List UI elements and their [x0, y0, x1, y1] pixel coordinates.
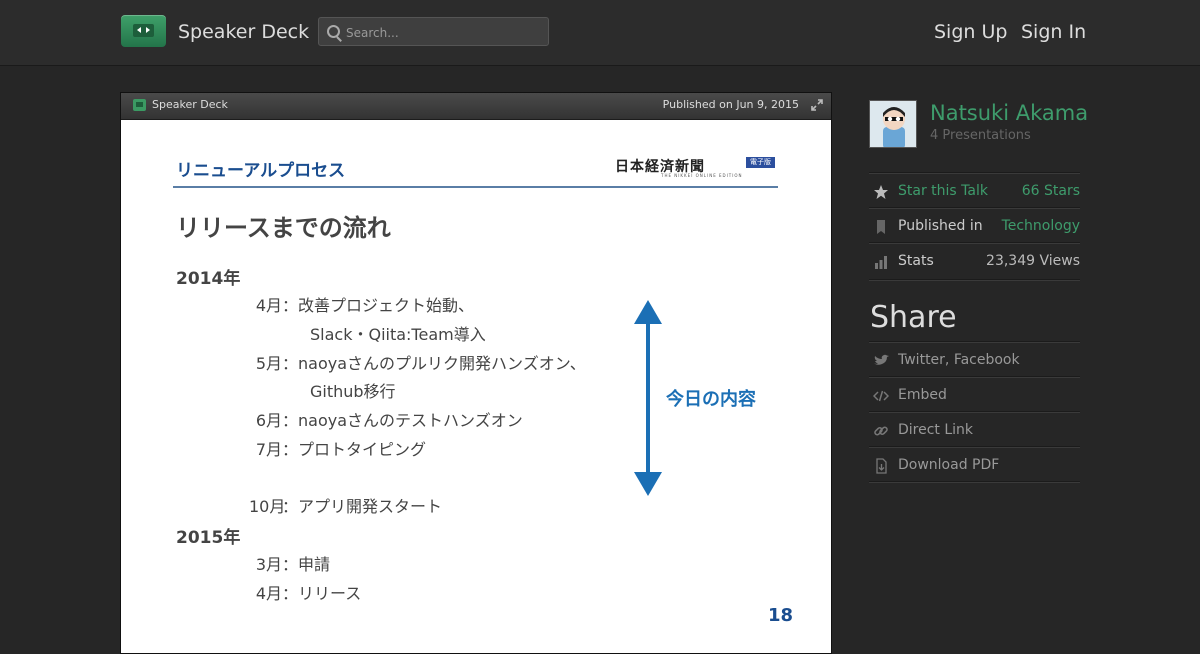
- timeline-entry: 4月：改善プロジェクト始動、: [255, 296, 475, 315]
- star-count: 66 Stars: [1021, 183, 1080, 199]
- direct-link[interactable]: Direct Link: [898, 422, 973, 438]
- timeline-entry: 5月：naoyaさんのプルリク開発ハンズオン、: [255, 354, 586, 373]
- published-date: Published on Jun 9, 2015: [662, 98, 799, 111]
- timeline-entry: Slack・Qiita:Team導入: [310, 325, 486, 344]
- download-icon: [876, 458, 887, 474]
- embed-row[interactable]: Embed: [869, 377, 1080, 413]
- stats-label: Stats: [898, 253, 934, 269]
- year-2015: 2015年: [176, 528, 241, 548]
- star-icon: [874, 185, 888, 199]
- timeline-entry: 6月：naoyaさんのテストハンズオン: [255, 411, 523, 430]
- author-name[interactable]: Natsuki Akama: [930, 101, 1088, 125]
- newspaper-subtitle: THE NIKKEI ONLINE EDITION: [661, 173, 743, 178]
- share-heading: Share: [870, 300, 957, 335]
- top-navigation-bar: Speaker Deck Sign Up Sign In: [0, 0, 1200, 66]
- speakerdeck-mini-logo-icon[interactable]: [133, 99, 146, 111]
- published-in-row: Published in Technology: [869, 208, 1080, 244]
- timeline-entry: 3月：申請: [255, 555, 331, 574]
- slide-title: リリースまでの流れ: [176, 214, 391, 242]
- deck-viewer: Speaker Deck Published on Jun 9, 2015 リニ…: [120, 92, 832, 654]
- star-talk-button[interactable]: Star this Talk: [898, 183, 988, 199]
- expand-icon[interactable]: [811, 99, 823, 111]
- brand-name[interactable]: Speaker Deck: [178, 21, 309, 43]
- category-link[interactable]: Technology: [1002, 218, 1080, 234]
- star-talk-row[interactable]: Star this Talk 66 Stars: [869, 173, 1080, 209]
- timeline-entry: 10月：アプリ開発スタート: [249, 497, 443, 516]
- speakerdeck-logo-icon[interactable]: [121, 15, 166, 47]
- view-count: 23,349 Views: [986, 253, 1080, 269]
- double-arrow-icon: [634, 300, 662, 496]
- download-pdf-row[interactable]: Download PDF: [869, 447, 1080, 483]
- slide[interactable]: リニューアルプロセス 日本経済新聞 電子版 THE NIKKEI ONLINE …: [121, 120, 831, 653]
- avatar-illustration-icon: [870, 101, 916, 147]
- search-icon: [327, 25, 340, 38]
- presentation-count[interactable]: 4 Presentations: [930, 128, 1031, 143]
- sign-in-link[interactable]: Sign In: [1021, 21, 1086, 43]
- deck-toolbar: Speaker Deck Published on Jun 9, 2015: [121, 93, 831, 120]
- timeline-entry: 7月：プロトタイピング: [255, 440, 427, 459]
- sidebar-divider: [869, 280, 1080, 282]
- direct-link-row[interactable]: Direct Link: [869, 412, 1080, 448]
- today-content-label: 今日の内容: [666, 389, 756, 410]
- timeline-entry: 4月：リリース: [255, 584, 362, 603]
- slide-header-rule: [173, 186, 778, 188]
- embed-link[interactable]: Embed: [898, 387, 947, 403]
- timeline-entry: Github移行: [310, 382, 396, 401]
- twitter-bird-icon: [874, 354, 889, 365]
- link-icon: [874, 426, 888, 436]
- year-2014: 2014年: [176, 269, 241, 289]
- published-in-label: Published in: [898, 218, 983, 234]
- stats-row[interactable]: Stats 23,349 Views: [869, 243, 1080, 279]
- sidebar-divider: [869, 482, 1080, 484]
- stats-icon: [875, 256, 887, 269]
- slide-page-number: 18: [768, 605, 794, 626]
- share-social-link[interactable]: Twitter, Facebook: [898, 352, 1020, 368]
- deck-brand[interactable]: Speaker Deck: [152, 98, 228, 111]
- download-pdf-link[interactable]: Download PDF: [898, 457, 999, 473]
- share-social-row[interactable]: Twitter, Facebook: [869, 342, 1080, 378]
- author-avatar[interactable]: [869, 100, 917, 148]
- newspaper-badge: 電子版: [746, 157, 775, 168]
- slide-section-header: リニューアルプロセス: [176, 161, 346, 181]
- bookmark-icon: [877, 220, 885, 234]
- sign-up-link[interactable]: Sign Up: [934, 21, 1007, 43]
- search-input[interactable]: [344, 22, 544, 43]
- code-icon: [873, 390, 889, 402]
- search-box[interactable]: [318, 17, 549, 46]
